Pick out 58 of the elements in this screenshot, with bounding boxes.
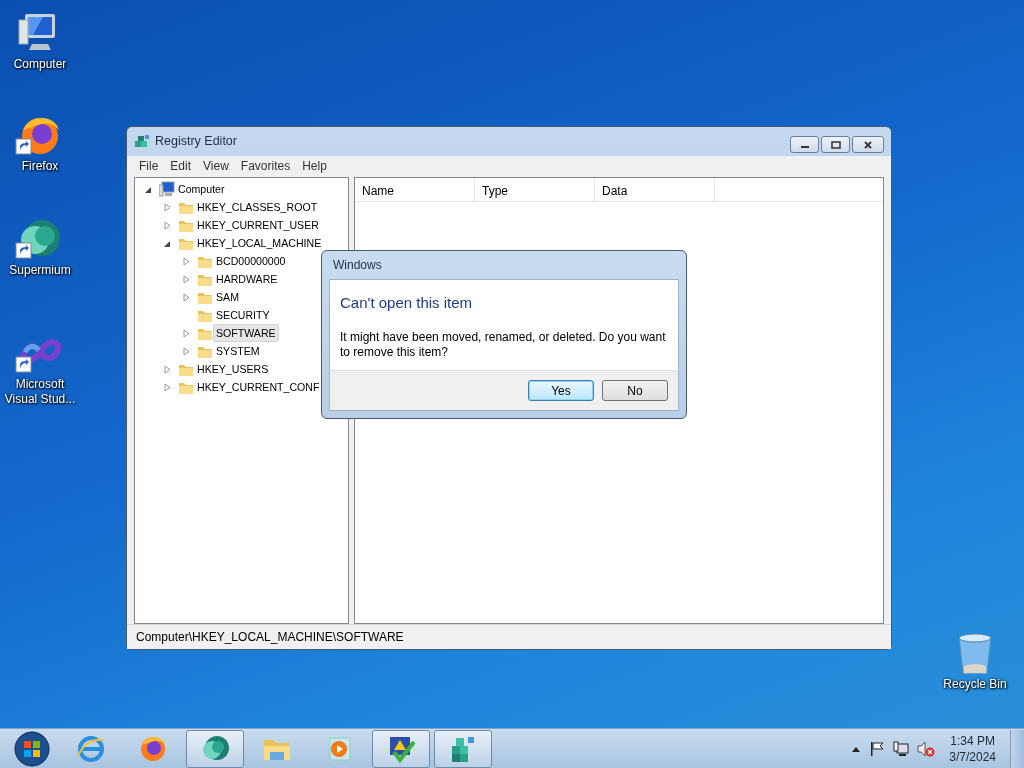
dialog-heading: Can't open this item [340,293,474,313]
tree-item[interactable]: HKEY_USERS [194,360,272,378]
taskbar-button[interactable] [372,729,430,768]
maximize-button[interactable] [821,136,850,153]
taskbar-button[interactable] [434,729,492,768]
network-icon[interactable] [893,740,910,757]
icon-label[interactable]: Firefox [21,159,59,174]
tree-item[interactable]: HARDWARE [213,270,281,288]
status-text: Computer\HKEY_LOCAL_MACHINE\SOFTWARE [136,629,404,646]
column-header[interactable]: Name [355,178,475,201]
menu-item[interactable]: Edit [164,157,198,175]
expand-arrow-icon[interactable] [181,255,192,267]
icon-label[interactable]: Microsoft Visual Stud... [0,377,80,407]
tree-item[interactable]: Computer [175,180,228,198]
clock-date[interactable]: 3/7/2024 [949,748,996,765]
tree-item[interactable]: SOFTWARE [213,324,279,342]
expand-arrow-icon[interactable] [162,219,173,231]
icon-label[interactable]: Supermium [9,263,71,278]
menu-item[interactable]: File [133,157,165,175]
icon-label[interactable]: Recycle Bin [943,677,1007,692]
expand-arrow-icon[interactable] [162,381,173,393]
dialog-message: It might have been moved, renamed, or deleted. Do you want to remove this item? [340,329,667,360]
menu-item[interactable]: View [197,157,235,175]
menu-item[interactable]: Favorites [234,157,297,175]
tree-item[interactable]: SECURITY [213,306,273,324]
expand-arrow-icon[interactable] [181,273,192,285]
dialog-title: Windows [333,257,382,274]
window-title: Registry Editor [155,133,237,151]
tree-item[interactable]: HKEY_CURRENT_CONF [194,378,323,396]
expand-arrow-icon[interactable] [181,345,192,357]
expand-arrow-icon[interactable] [181,327,192,339]
tree-item[interactable]: HKEY_LOCAL_MACHINE [194,234,325,252]
maximize-icon [830,140,841,149]
column-header[interactable]: Data [595,178,715,201]
expand-arrow-icon[interactable] [162,201,173,213]
column-header[interactable]: Type [475,178,595,201]
tree-item[interactable]: SAM [213,288,242,306]
windows-logo-icon [13,729,51,768]
browser-icon [76,733,106,764]
tree-item[interactable]: BCD00000000 [213,252,289,270]
muted-speaker-icon[interactable] [917,740,936,757]
tree-item[interactable]: HKEY_CLASSES_ROOT [194,198,321,216]
cubes-icon [134,133,150,150]
default-button[interactable]: Yes [528,380,594,401]
dialog-button[interactable]: No [602,380,668,401]
computer-icon [159,181,175,197]
tree-item[interactable]: HKEY_CURRENT_USER [194,216,322,234]
icon-label[interactable]: Computer [13,57,67,72]
close-button[interactable] [852,136,884,153]
expand-arrow-icon[interactable] [162,363,173,375]
tree-item[interactable]: SYSTEM [213,342,263,360]
flag-icon[interactable] [869,740,886,757]
minimize-button[interactable] [790,136,819,153]
clock-time[interactable]: 1:34 PM [950,732,995,749]
close-icon [863,140,873,149]
expand-arrow-icon[interactable] [181,291,192,303]
taskbar-button[interactable] [186,729,244,768]
menu-item[interactable]: Help [296,157,333,175]
